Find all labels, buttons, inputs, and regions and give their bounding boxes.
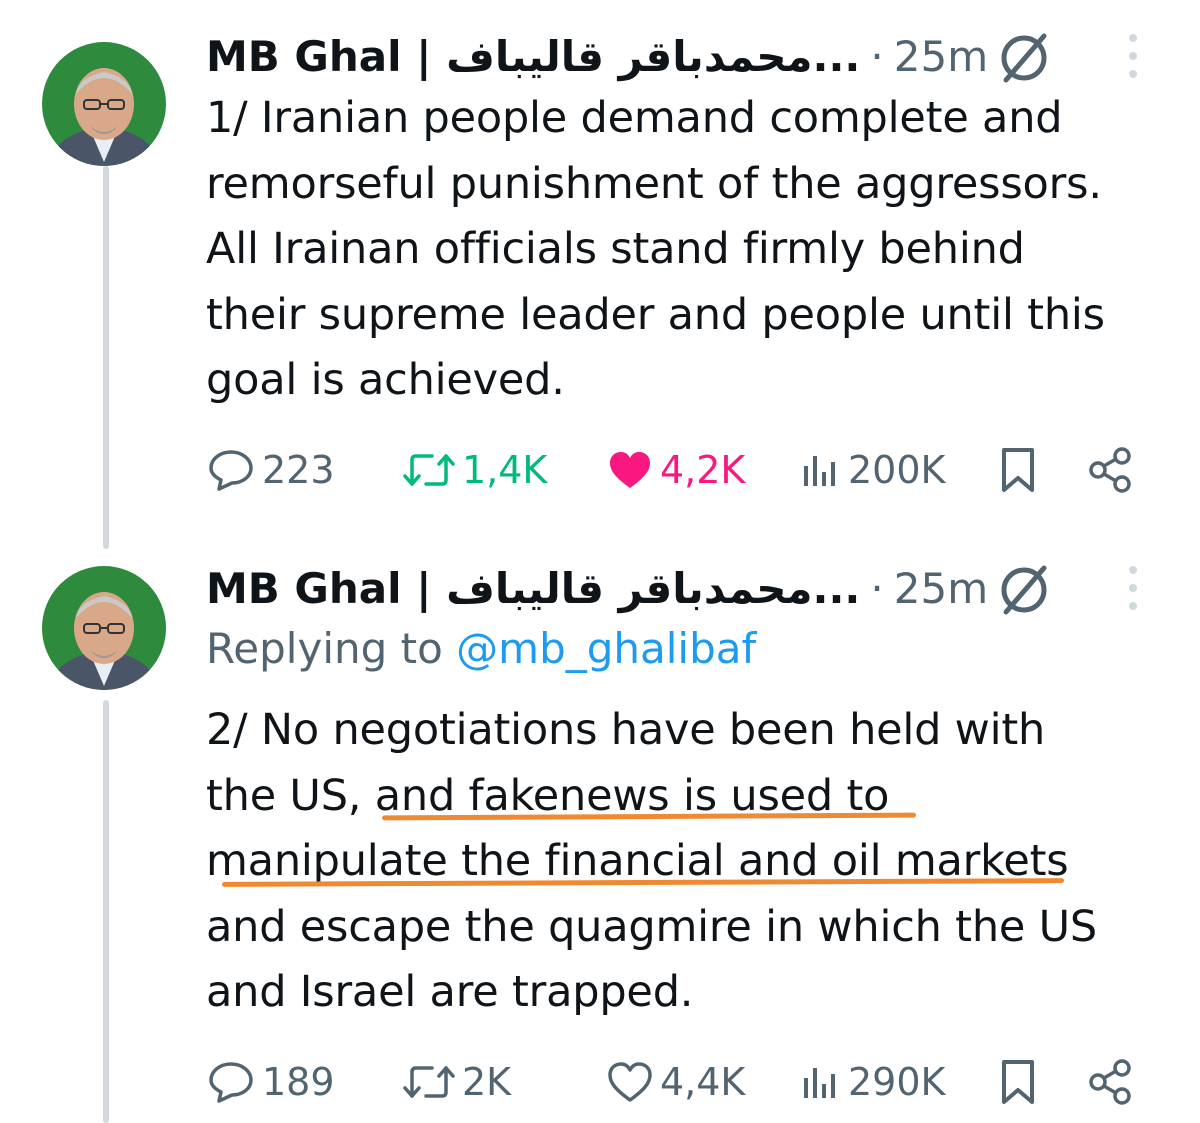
tweet-text-line: 1/ Iranian people demand complete and	[206, 93, 1063, 143]
more-options-icon[interactable]	[1118, 562, 1148, 614]
display-name[interactable]: MB Ghal | محمدباقر قالیباف...	[206, 32, 860, 81]
tweet-text-line: and escape the quagmire in which the US	[206, 901, 1097, 952]
repost-button[interactable]: 2K	[402, 1052, 511, 1112]
tweet-text-line: and Israel are trapped.	[206, 967, 694, 1017]
timestamp[interactable]: 25m	[894, 564, 988, 613]
bookmark-button[interactable]	[996, 440, 1046, 500]
bookmark-icon	[1002, 448, 1034, 492]
verified-badge-icon	[1001, 33, 1047, 83]
repost-count: 2K	[462, 1060, 512, 1104]
view-count: 200K	[848, 448, 946, 492]
heart-icon	[608, 1062, 652, 1102]
speech-bubble-icon	[209, 450, 253, 491]
tweet-text-line: their supreme leader and people until th…	[206, 289, 1105, 340]
view-count: 290K	[848, 1060, 946, 1104]
more-options-icon[interactable]	[1118, 30, 1148, 82]
separator-dot: ·	[870, 31, 884, 81]
share-icon	[1089, 1059, 1131, 1105]
tweet-text-line: All Irainan officials stand firmly behin…	[206, 224, 1025, 274]
tweet-text: 2/ No negotiations have been held with t…	[206, 698, 1166, 1026]
tweet-text: 1/ Iranian people demand complete and re…	[206, 86, 1166, 414]
bar-chart-icon	[804, 456, 835, 486]
reply-count: 189	[262, 1060, 335, 1104]
action-bar: 189 2K 4,4K 290K	[0, 1052, 1200, 1112]
avatar-image	[42, 566, 166, 690]
heart-icon	[610, 452, 650, 488]
display-name[interactable]: MB Ghal | محمدباقر قالیباف...	[206, 564, 860, 613]
repost-button[interactable]: 1,4K	[402, 440, 547, 500]
repost-count: 1,4K	[462, 448, 548, 492]
views-button[interactable]: 290K	[798, 1052, 945, 1112]
tweet-header: MB Ghal | محمدباقر قالیباف... · 25m	[206, 558, 988, 618]
timestamp[interactable]: 25m	[894, 32, 988, 81]
share-button[interactable]	[1086, 1052, 1142, 1112]
tweet-1[interactable]: MB Ghal | محمدباقر قالیباف... · 25m 1/ I…	[0, 26, 1200, 506]
tweet-header: MB Ghal | محمدباقر قالیباف... · 25m	[206, 26, 988, 86]
like-button[interactable]: 4,4K	[606, 1052, 745, 1112]
repost-arrows-icon	[403, 1066, 455, 1098]
tweet-text-line: the US, and fakenews is used to	[206, 770, 890, 821]
repost-arrows-icon	[403, 454, 455, 486]
separator-dot: ·	[870, 563, 884, 613]
replying-to: Replying to @mb_ghalibaf	[206, 624, 756, 673]
like-count: 4,2K	[660, 448, 746, 492]
tweet-text-line: goal is achieved.	[206, 355, 565, 405]
share-icon	[1089, 447, 1131, 493]
verified-badge-icon	[1001, 565, 1047, 615]
avatar[interactable]	[42, 42, 166, 166]
bar-chart-icon	[804, 1068, 835, 1098]
action-bar: 223 1,4K 4,2K 200K	[0, 440, 1200, 500]
tweet-2[interactable]: MB Ghal | محمدباقر قالیباف... · 25m Repl…	[0, 558, 1200, 1123]
avatar-image	[42, 42, 166, 166]
reply-count: 223	[262, 448, 335, 492]
like-count: 4,4K	[660, 1060, 746, 1104]
replying-to-label: Replying to	[206, 624, 443, 673]
reply-button[interactable]: 223	[206, 440, 335, 500]
reply-button[interactable]: 189	[206, 1052, 335, 1112]
tweet-text-line: remorseful punishment of the aggressors.	[206, 158, 1102, 209]
views-button[interactable]: 200K	[798, 440, 945, 500]
share-button[interactable]	[1086, 440, 1142, 500]
avatar[interactable]	[42, 566, 166, 690]
bookmark-button[interactable]	[996, 1052, 1046, 1112]
bookmark-icon	[1002, 1060, 1034, 1104]
like-button[interactable]: 4,2K	[606, 440, 745, 500]
speech-bubble-icon	[209, 1062, 253, 1103]
replying-to-handle[interactable]: @mb_ghalibaf	[456, 624, 756, 673]
tweet-text-line: 2/ No negotiations have been held with	[206, 705, 1046, 755]
